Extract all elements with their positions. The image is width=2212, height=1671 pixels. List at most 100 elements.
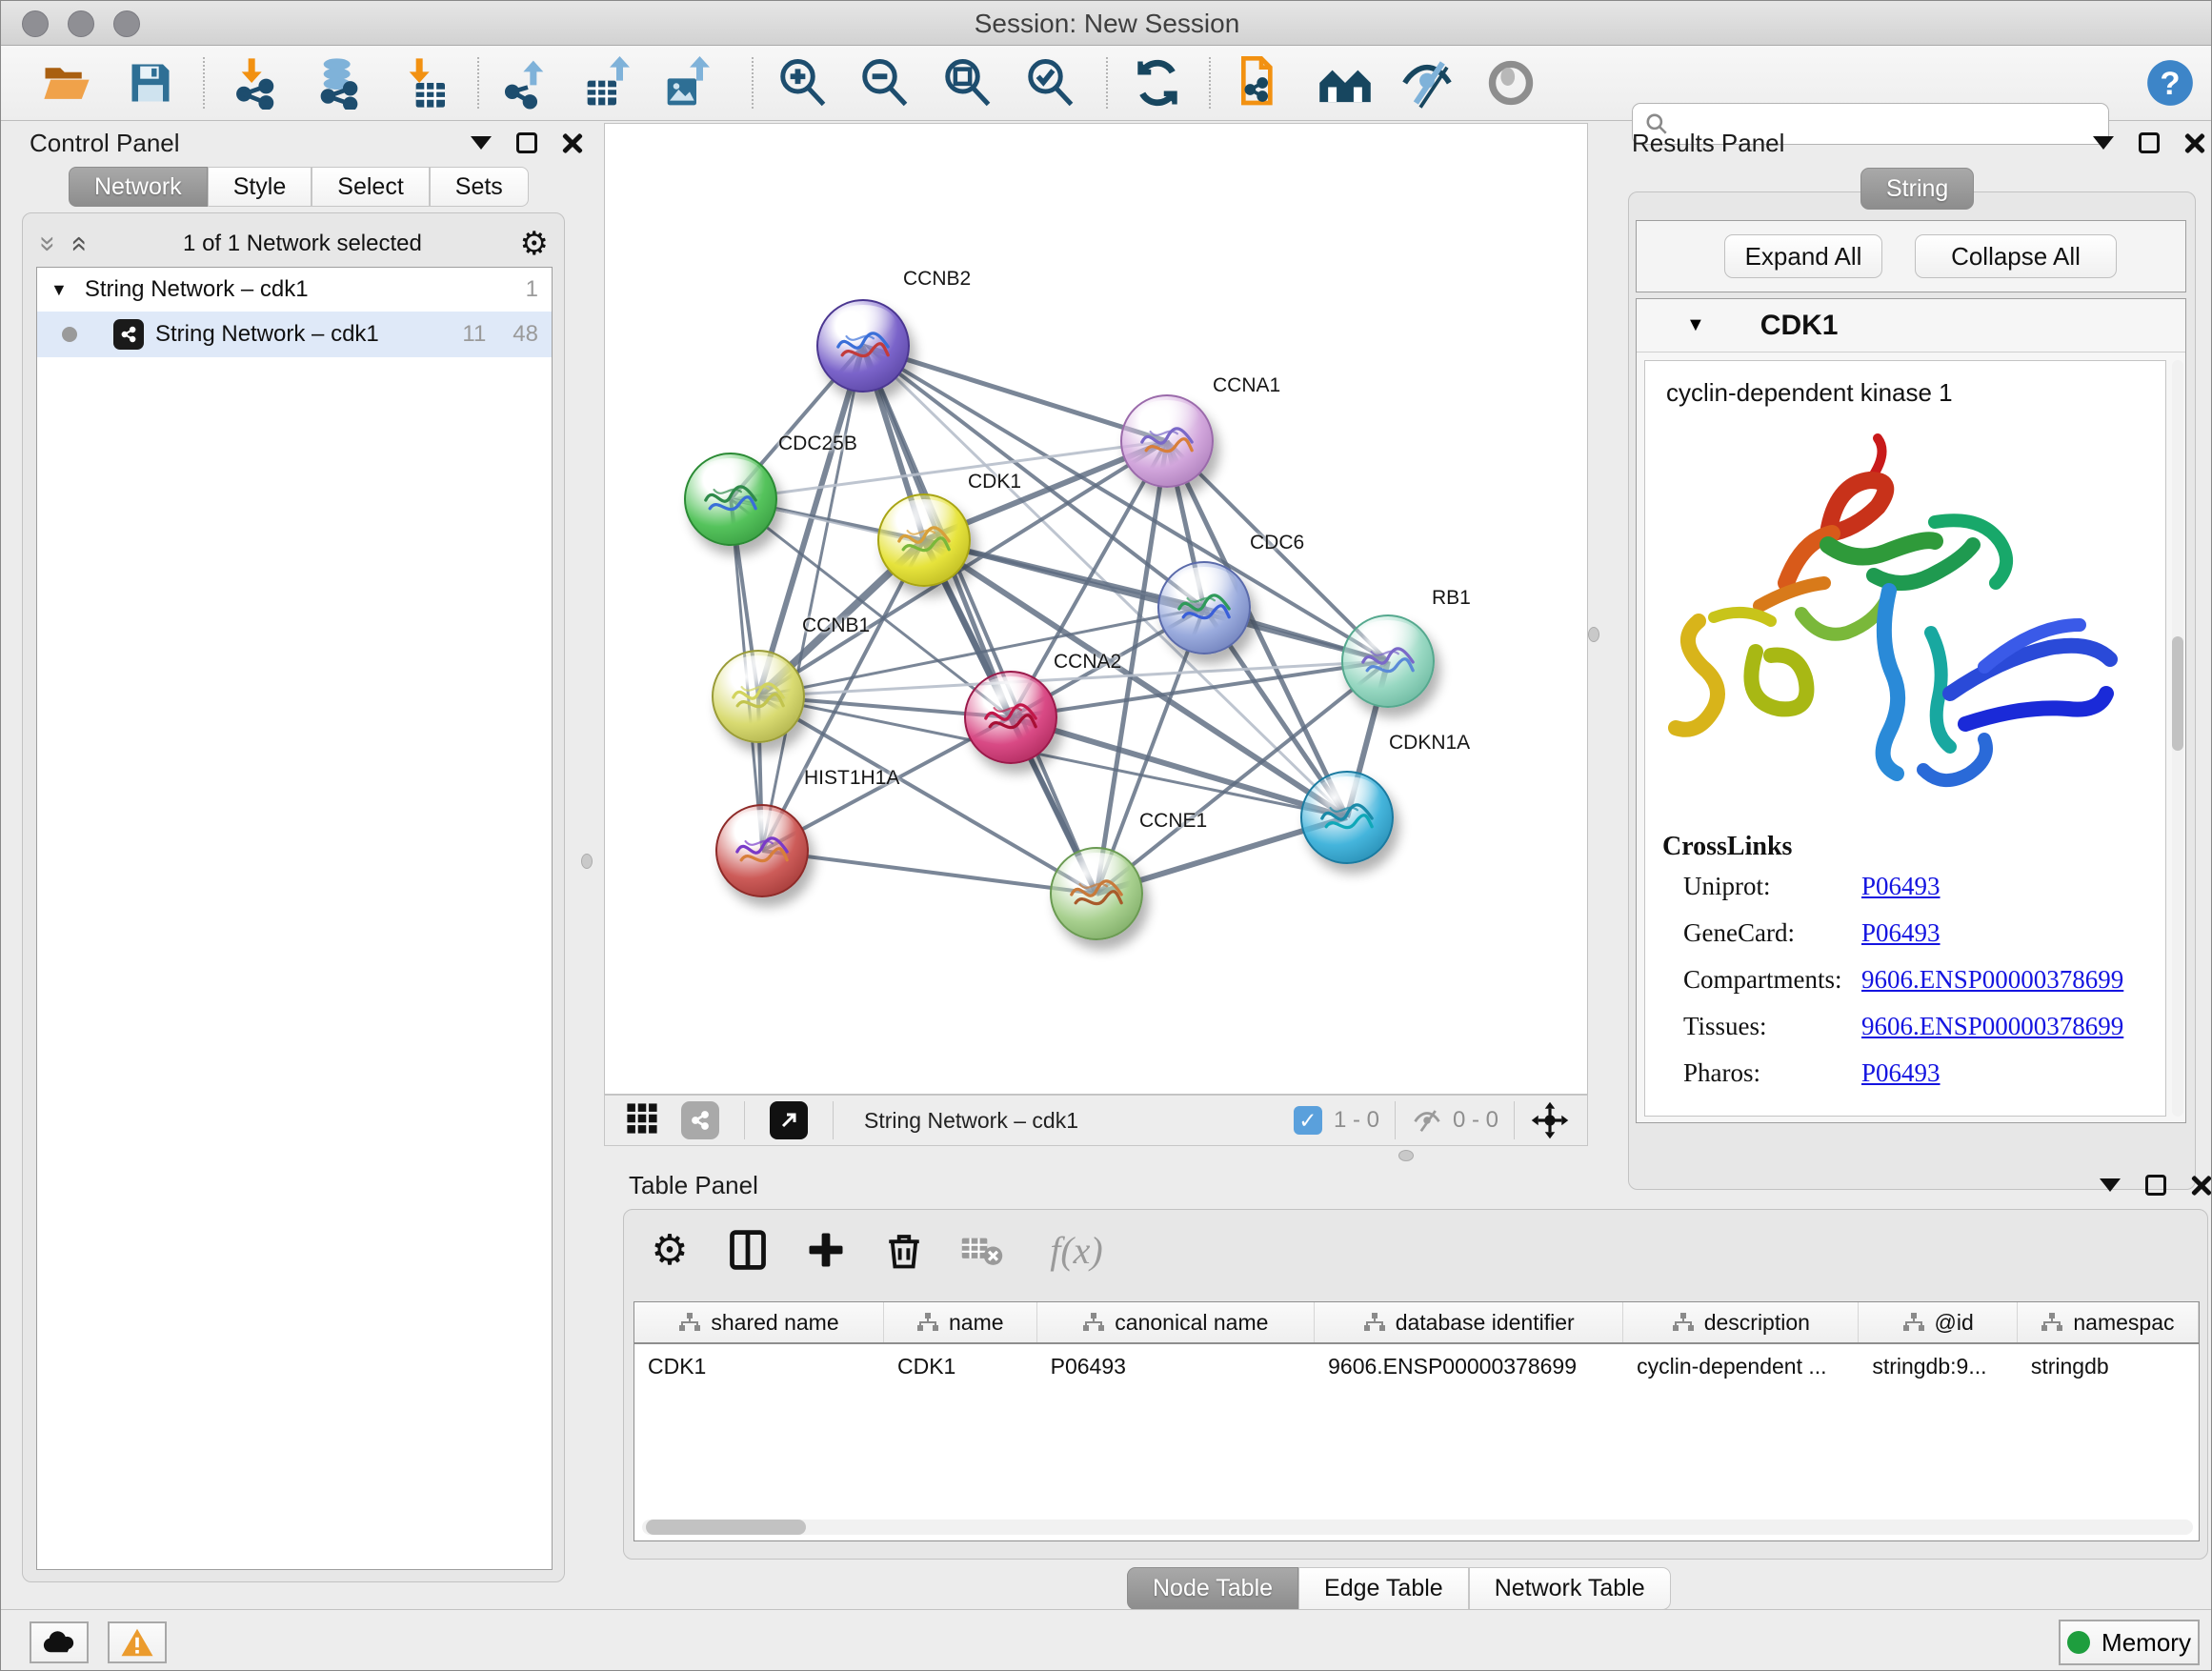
float-panel-icon[interactable] xyxy=(2145,1175,2166,1196)
open-session-icon[interactable] xyxy=(39,55,94,111)
collapse-panel-icon[interactable] xyxy=(2093,136,2114,150)
tab-edge-table[interactable]: Edge Table xyxy=(1298,1567,1469,1610)
network-node-ccnb2[interactable] xyxy=(816,299,910,393)
left-splitter-handle[interactable] xyxy=(581,854,593,869)
column-type-icon xyxy=(916,1312,939,1333)
collapse-all-networks-icon[interactable]: » xyxy=(68,236,87,252)
delete-column-icon[interactable] xyxy=(877,1223,931,1277)
network-node-cdc25b[interactable] xyxy=(684,453,777,546)
close-panel-icon[interactable] xyxy=(562,132,583,153)
crosslink-value-link[interactable]: P06493 xyxy=(1861,918,1941,948)
memory-button[interactable]: Memory xyxy=(2059,1620,2200,1665)
network-canvas[interactable]: CCNB2CCNA1CDC25BCDK1CDC6RB1CCNB1CCNA2CDK… xyxy=(604,123,1588,1095)
bottom-splitter-handle[interactable] xyxy=(1398,1150,1414,1161)
network-node-cdc6[interactable] xyxy=(1157,561,1251,654)
network-options-gear-icon[interactable]: ⚙ xyxy=(520,225,549,263)
export-image-icon[interactable] xyxy=(662,55,717,111)
selected-nodes-checkbox-icon[interactable]: ✓ xyxy=(1294,1106,1322,1135)
function-builder-icon[interactable]: f(x) xyxy=(1034,1223,1119,1277)
crosslink-value-link[interactable]: P06493 xyxy=(1861,1058,1941,1088)
network-node-cdkn1a[interactable] xyxy=(1300,771,1394,864)
detach-view-icon[interactable] xyxy=(770,1101,808,1139)
network-edge[interactable] xyxy=(924,540,1388,661)
crosslink-value-link[interactable]: P06493 xyxy=(1861,872,1941,901)
network-node-ccne1[interactable] xyxy=(1050,847,1143,940)
close-panel-icon[interactable] xyxy=(2184,132,2205,153)
home-pages-icon[interactable] xyxy=(1317,55,1373,111)
warning-status-button[interactable] xyxy=(108,1621,167,1663)
network-edge[interactable] xyxy=(762,851,1096,894)
export-table-icon[interactable] xyxy=(582,55,637,111)
network-node-ccna2[interactable] xyxy=(964,671,1057,764)
import-network-database-icon[interactable] xyxy=(312,55,367,111)
collapse-panel-icon[interactable] xyxy=(2100,1178,2121,1192)
refresh-icon[interactable] xyxy=(1130,55,1185,111)
table-cell[interactable]: cyclin-dependent ... xyxy=(1623,1344,1859,1388)
help-icon[interactable]: ? xyxy=(2142,55,2198,111)
network-share-view-icon[interactable] xyxy=(681,1101,719,1139)
gene-collapse-icon[interactable]: ▼ xyxy=(1686,314,1705,336)
network-collection-row[interactable]: ▼ String Network – cdk1 1 xyxy=(37,268,552,312)
collection-expand-icon[interactable]: ▼ xyxy=(50,280,68,300)
export-network-icon[interactable] xyxy=(500,55,555,111)
right-splitter-handle[interactable] xyxy=(1588,627,1599,642)
table-cell[interactable]: stringdb xyxy=(2018,1344,2199,1388)
zoom-selected-icon[interactable] xyxy=(1022,55,1077,111)
table-cell[interactable]: 9606.ENSP00000378699 xyxy=(1315,1344,1623,1388)
tab-network[interactable]: Network xyxy=(69,167,208,207)
network-node-rb1[interactable] xyxy=(1341,614,1435,708)
table-cell[interactable]: CDK1 xyxy=(634,1344,884,1388)
collapse-panel-icon[interactable] xyxy=(471,136,492,150)
table-settings-gear-icon[interactable]: ⚙ xyxy=(643,1223,696,1277)
tab-style[interactable]: Style xyxy=(208,167,312,207)
network-row[interactable]: String Network – cdk1 11 48 xyxy=(37,312,552,357)
column-header-canonical-name[interactable]: canonical name xyxy=(1037,1302,1316,1342)
import-network-file-icon[interactable] xyxy=(230,55,285,111)
import-table-icon[interactable] xyxy=(397,55,452,111)
close-panel-icon[interactable] xyxy=(2191,1175,2212,1196)
fit-selected-crosshair-icon[interactable] xyxy=(1530,1100,1570,1140)
network-node-ccnb1[interactable] xyxy=(712,650,805,743)
column-header-namespac[interactable]: namespac xyxy=(2018,1302,2199,1342)
select-columns-icon[interactable] xyxy=(721,1223,774,1277)
grid-view-icon[interactable] xyxy=(626,1102,658,1139)
share-document-icon[interactable] xyxy=(1234,55,1289,111)
save-session-icon[interactable] xyxy=(123,55,178,111)
results-scrollbar[interactable] xyxy=(2172,360,2183,1117)
tab-select[interactable]: Select xyxy=(312,167,429,207)
expand-all-networks-icon[interactable]: » xyxy=(38,236,57,252)
column-header-description[interactable]: description xyxy=(1623,1302,1859,1342)
zoom-out-icon[interactable] xyxy=(856,55,912,111)
network-node-cdk1[interactable] xyxy=(877,493,971,587)
zoom-in-icon[interactable] xyxy=(774,55,830,111)
delete-table-icon[interactable] xyxy=(955,1223,1009,1277)
table-row[interactable]: CDK1CDK1P064939606.ENSP00000378699cyclin… xyxy=(634,1344,2199,1388)
expand-all-button[interactable]: Expand All xyxy=(1724,234,1882,278)
network-node-hist1h1a[interactable] xyxy=(715,804,809,897)
network-edge[interactable] xyxy=(863,346,1096,894)
add-column-icon[interactable] xyxy=(799,1223,853,1277)
network-node-ccna1[interactable] xyxy=(1120,394,1214,488)
table-h-scrollbar[interactable] xyxy=(642,1520,2193,1535)
table-cell[interactable]: P06493 xyxy=(1037,1344,1316,1388)
column-header-database-identifier[interactable]: database identifier xyxy=(1315,1302,1623,1342)
show-preview-icon[interactable] xyxy=(1483,55,1538,111)
table-cell[interactable]: stringdb:9... xyxy=(1859,1344,2018,1388)
cloud-status-button[interactable] xyxy=(30,1621,89,1663)
float-panel-icon[interactable] xyxy=(516,132,537,153)
tab-node-table[interactable]: Node Table xyxy=(1127,1567,1298,1610)
tab-string-results[interactable]: String xyxy=(1860,168,1974,210)
table-cell[interactable]: CDK1 xyxy=(884,1344,1037,1388)
gene-entry-header[interactable]: ▼ CDK1 xyxy=(1637,299,2185,352)
collapse-all-button[interactable]: Collapse All xyxy=(1915,234,2117,278)
column-header--id[interactable]: @id xyxy=(1859,1302,2017,1342)
tab-sets[interactable]: Sets xyxy=(430,167,529,207)
tab-network-table[interactable]: Network Table xyxy=(1469,1567,1671,1610)
crosslink-value-link[interactable]: 9606.ENSP00000378699 xyxy=(1861,1012,2123,1041)
column-header-name[interactable]: name xyxy=(884,1302,1037,1342)
float-panel-icon[interactable] xyxy=(2139,132,2160,153)
crosslink-value-link[interactable]: 9606.ENSP00000378699 xyxy=(1861,965,2123,995)
hide-selected-icon[interactable] xyxy=(1399,55,1455,111)
zoom-fit-icon[interactable] xyxy=(939,55,995,111)
column-header-shared-name[interactable]: shared name xyxy=(634,1302,884,1342)
